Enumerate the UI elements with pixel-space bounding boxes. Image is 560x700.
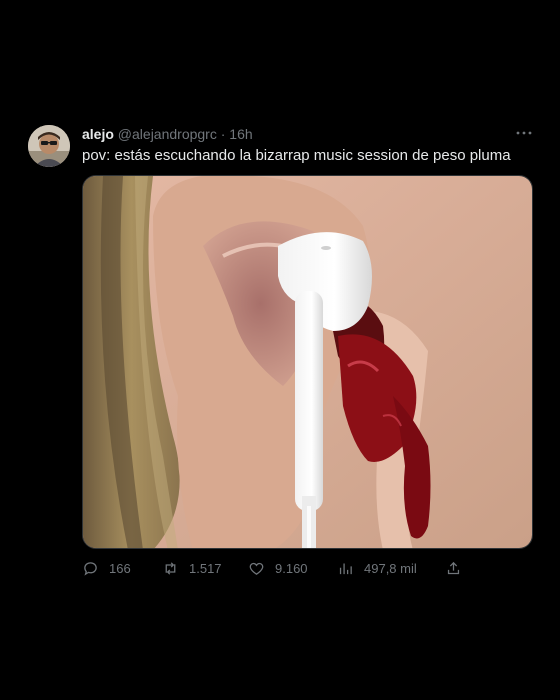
tweet-text: pov: estás escuchando la bizarrap music … [82, 147, 511, 164]
tweet-media-image[interactable] [82, 175, 533, 549]
display-name[interactable]: alejo [82, 126, 114, 142]
views-button[interactable]: 497,8 mil [337, 560, 417, 577]
like-count: 9.160 [275, 561, 308, 576]
retweet-count: 1.517 [189, 561, 222, 576]
reply-button[interactable]: 166 [82, 560, 131, 577]
more-horizontal-icon[interactable] [515, 124, 533, 147]
tweet-header: alejo @alejandropgrc · 16h [82, 126, 253, 142]
tweet-actions: 166 1.517 9.160 497,8 mil [82, 560, 482, 582]
views-icon [339, 563, 352, 575]
handle[interactable]: @alejandropgrc [118, 126, 217, 142]
separator: · [220, 126, 226, 142]
reply-icon [84, 562, 97, 576]
reply-count: 166 [109, 561, 131, 576]
share-icon [447, 561, 460, 575]
heart-icon [249, 562, 264, 575]
share-button[interactable] [445, 560, 472, 577]
tweet[interactable]: alejo @alejandropgrc · 16h pov: estás es… [0, 0, 560, 700]
retweet-button[interactable]: 1.517 [162, 560, 222, 577]
avatar[interactable] [28, 125, 70, 167]
like-button[interactable]: 9.160 [248, 560, 308, 577]
views-count: 497,8 mil [364, 561, 417, 576]
retweet-icon [165, 562, 176, 575]
timestamp[interactable]: 16h [229, 126, 252, 142]
